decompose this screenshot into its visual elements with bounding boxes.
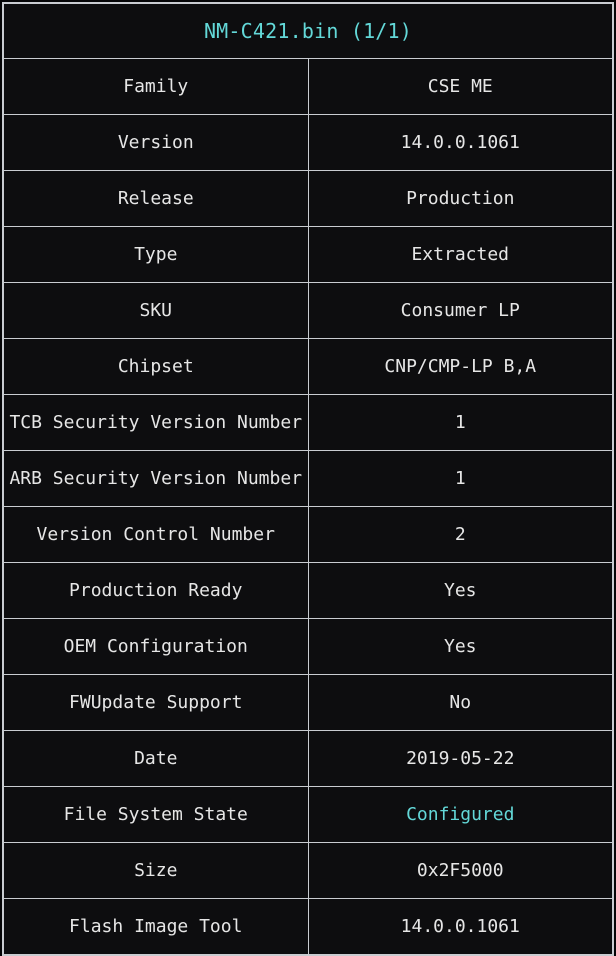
row-label: Version Control Number — [2, 506, 309, 563]
table-row: Production Ready Yes — [2, 562, 614, 619]
row-value: 14.0.0.1061 — [307, 114, 614, 171]
row-label: Date — [2, 730, 309, 787]
firmware-info-table: NM-C421.bin (1/1) Family CSE ME Version 14.… — [2, 2, 614, 956]
table-row: Flash Image Tool 14.0.0.1061 — [2, 898, 614, 955]
table-row: Type Extracted — [2, 226, 614, 283]
table-row: OEM Configuration Yes — [2, 618, 614, 675]
table-body: Family CSE ME Version 14.0.0.1061 Release Pro… — [2, 58, 614, 955]
row-label: Chipset — [2, 338, 309, 395]
table-row: ARB Security Version Number 1 — [2, 450, 614, 507]
row-label: OEM Configuration — [2, 618, 309, 675]
row-label: File System State — [2, 786, 309, 843]
row-value: CSE ME — [307, 58, 614, 115]
row-value: 0x2F5000 — [307, 842, 614, 899]
table-row: FWUpdate Support No — [2, 674, 614, 731]
row-label: TCB Security Version Number — [2, 394, 309, 451]
firmware-info-panel: NM-C421.bin (1/1) Family CSE ME Version 14.… — [0, 0, 616, 956]
table-row: SKU Consumer LP — [2, 282, 614, 339]
row-value: CNP/CMP-LP B,A — [307, 338, 614, 395]
row-value: 2019-05-22 — [307, 730, 614, 787]
page-title: NM-C421.bin (1/1) — [2, 2, 614, 59]
row-value: Configured — [307, 786, 614, 843]
table-row: TCB Security Version Number 1 — [2, 394, 614, 451]
row-value: No — [307, 674, 614, 731]
row-value: Consumer LP — [307, 282, 614, 339]
row-label: FWUpdate Support — [2, 674, 309, 731]
row-label: Type — [2, 226, 309, 283]
row-value: Yes — [307, 562, 614, 619]
row-value: Extracted — [307, 226, 614, 283]
row-value: Production — [307, 170, 614, 227]
row-value: 1 — [307, 394, 614, 451]
row-value: 2 — [307, 506, 614, 563]
row-label: SKU — [2, 282, 309, 339]
table-row: Chipset CNP/CMP-LP B,A — [2, 338, 614, 395]
table-row: Version 14.0.0.1061 — [2, 114, 614, 171]
table-row: Family CSE ME — [2, 58, 614, 115]
row-label: Size — [2, 842, 309, 899]
table-header: NM-C421.bin (1/1) — [2, 2, 614, 59]
row-label: ARB Security Version Number — [2, 450, 309, 507]
row-value: 14.0.0.1061 — [307, 898, 614, 955]
table-row: Release Production — [2, 170, 614, 227]
row-label: Family — [2, 58, 309, 115]
table-title-row: NM-C421.bin (1/1) — [2, 2, 614, 59]
table-row: Size 0x2F5000 — [2, 842, 614, 899]
table-row: Date 2019-05-22 — [2, 730, 614, 787]
row-value: Yes — [307, 618, 614, 675]
row-label: Version — [2, 114, 309, 171]
row-label: Flash Image Tool — [2, 898, 309, 955]
row-label: Release — [2, 170, 309, 227]
table-row: Version Control Number 2 — [2, 506, 614, 563]
row-label: Production Ready — [2, 562, 309, 619]
row-value: 1 — [307, 450, 614, 507]
table-row: File System State Configured — [2, 786, 614, 843]
